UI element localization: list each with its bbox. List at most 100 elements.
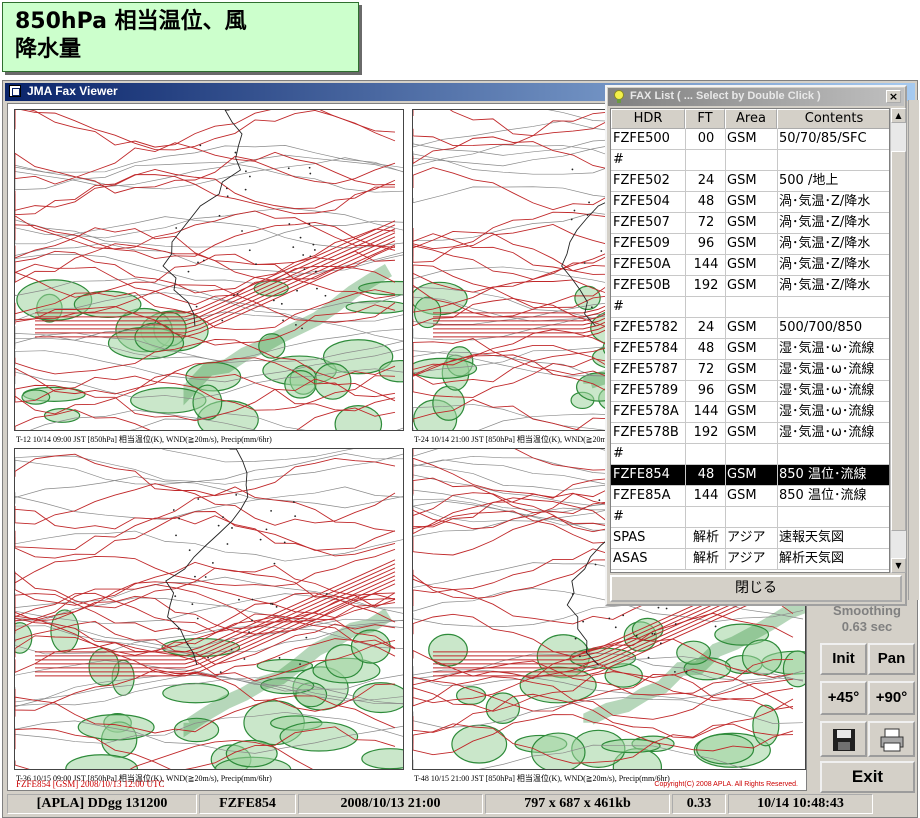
- cell-contents: 解析天気図: [779, 551, 845, 566]
- cell-ft: 144: [693, 404, 719, 419]
- column-divider: [685, 234, 686, 254]
- fax-list-row[interactable]: FZFE502 24 GSM 500 /地上: [611, 171, 889, 192]
- dialog-close-x-button[interactable]: ×: [886, 90, 901, 103]
- fax-list-row[interactable]: FZFE5787 72 GSM 湿･気温･ω･流線: [611, 360, 889, 381]
- cell-contents: 850 温位･流線: [779, 488, 867, 503]
- fax-list-row[interactable]: #: [611, 507, 889, 528]
- column-divider: [685, 465, 686, 485]
- cell-ft: 解析: [692, 530, 719, 545]
- scroll-thumb[interactable]: [891, 151, 906, 531]
- status-clock: 10/14 10:48:43: [728, 794, 873, 814]
- cell-hdr: #: [613, 446, 624, 461]
- column-divider: [725, 465, 726, 485]
- fax-list-row[interactable]: FZFE509 96 GSM 渦･気温･Z/降水: [611, 234, 889, 255]
- print-button[interactable]: [868, 721, 915, 757]
- cell-hdr: #: [613, 299, 624, 314]
- fax-list-row[interactable]: FZFE5789 96 GSM 湿･気温･ω･流線: [611, 381, 889, 402]
- fax-list-row[interactable]: FZFE500 00 GSM 50/70/85/SFC: [611, 129, 889, 150]
- cell-contents: 500 /地上: [779, 173, 839, 188]
- fax-list-row[interactable]: FZFE50B 192 GSM 渦･気温･Z/降水: [611, 276, 889, 297]
- background-window-edge: [908, 100, 919, 600]
- fax-list-row[interactable]: #: [611, 297, 889, 318]
- column-header-area[interactable]: Area: [725, 109, 777, 129]
- column-divider: [725, 255, 726, 275]
- fax-list-row[interactable]: SPAS 解析 アジア 速報天気図: [611, 528, 889, 549]
- fax-list-table[interactable]: HDR FT Area Contents FZFE500 00 GSM 50/70/8…: [610, 108, 890, 573]
- cell-hdr: FZFE504: [613, 194, 670, 209]
- cell-area: GSM: [727, 131, 757, 146]
- fax-list-row[interactable]: FZFE578B 192 GSM 湿･気温･ω･流線: [611, 423, 889, 444]
- column-divider: [777, 129, 778, 149]
- column-divider: [725, 234, 726, 254]
- fax-list-row[interactable]: FZFE5782 24 GSM 500/700/850: [611, 318, 889, 339]
- column-divider: [777, 360, 778, 380]
- column-divider: [725, 192, 726, 212]
- exit-button[interactable]: Exit: [820, 761, 915, 793]
- fax-list-row[interactable]: #: [611, 444, 889, 465]
- cell-contents: 850 温位･流線: [779, 467, 867, 482]
- column-divider: [777, 423, 778, 443]
- fax-list-row[interactable]: FZFE578A 144 GSM 湿･気温･ω･流線: [611, 402, 889, 423]
- panel-label-t48: T-48 10/15 21:00 JST [850hPa] 相当温位(K), W…: [414, 774, 670, 783]
- cell-contents: 50/70/85/SFC: [779, 131, 867, 146]
- caption-line-1: 850hPa 相当温位、風: [15, 9, 247, 34]
- column-divider: [777, 402, 778, 422]
- cell-contents: 渦･気温･Z/降水: [779, 194, 871, 209]
- column-header-ft[interactable]: FT: [685, 109, 725, 129]
- column-divider: [777, 213, 778, 233]
- scroll-down-arrow-icon[interactable]: ▼: [891, 558, 906, 573]
- cell-area: [727, 297, 777, 317]
- column-divider: [725, 423, 726, 443]
- column-divider: [725, 486, 726, 506]
- column-divider: [777, 444, 778, 464]
- cell-hdr: FZFE578A: [613, 404, 679, 419]
- cell-ft: 144: [693, 488, 719, 503]
- column-divider: [777, 465, 778, 485]
- cell-ft: [687, 444, 725, 464]
- column-divider: [725, 318, 726, 338]
- fax-list-row[interactable]: FZFE5784 48 GSM 湿･気温･ω･流線: [611, 339, 889, 360]
- window-title: JMA Fax Viewer: [27, 84, 118, 98]
- cell-ft: 96: [697, 383, 715, 398]
- rotate-plus45-button[interactable]: +45°: [820, 681, 867, 715]
- cell-area: アジア: [727, 551, 766, 566]
- fax-list-row[interactable]: FZFE504 48 GSM 渦･気温･Z/降水: [611, 192, 889, 213]
- cell-ft: 48: [697, 467, 715, 482]
- map-panel-t36: [14, 448, 404, 770]
- column-header-contents[interactable]: Contents: [777, 109, 889, 129]
- fax-list-row[interactable]: FZFE50A 144 GSM 渦･気温･Z/降水: [611, 255, 889, 276]
- init-button[interactable]: Init: [820, 643, 867, 675]
- cell-hdr: FZFE509: [613, 236, 670, 251]
- cell-hdr: FZFE502: [613, 173, 670, 188]
- scroll-up-arrow-icon[interactable]: ▲: [891, 108, 906, 123]
- column-divider: [685, 276, 686, 296]
- column-divider: [685, 549, 686, 569]
- slide-caption: 850hPa 相当温位、風 降水量: [2, 2, 359, 72]
- column-header-hdr[interactable]: HDR: [611, 109, 685, 129]
- column-divider: [777, 171, 778, 191]
- cell-ft: 72: [697, 215, 715, 230]
- column-divider: [725, 213, 726, 233]
- save-button[interactable]: [820, 721, 867, 757]
- weather-map-t36: [15, 449, 403, 769]
- dialog-titlebar[interactable]: FAX List ( ... Select by Double Click ) …: [608, 88, 904, 106]
- column-divider: [725, 150, 726, 170]
- cell-hdr: FZFE50A: [613, 257, 671, 272]
- weather-map-t12: [15, 110, 403, 430]
- close-dialog-button[interactable]: 閉じる: [610, 575, 902, 602]
- fax-list-row[interactable]: ASAS 解析 アジア 解析天気図: [611, 549, 889, 570]
- cell-contents: [779, 507, 889, 527]
- cell-area: GSM: [727, 215, 757, 230]
- column-divider: [685, 129, 686, 149]
- cell-hdr: FZFE50B: [613, 278, 671, 293]
- column-divider: [777, 276, 778, 296]
- fax-list-row[interactable]: FZFE507 72 GSM 渦･気温･Z/降水: [611, 213, 889, 234]
- fax-list-row[interactable]: FZFE854 48 GSM 850 温位･流線: [611, 465, 889, 486]
- fax-list-row[interactable]: #: [611, 150, 889, 171]
- column-divider: [725, 360, 726, 380]
- fax-list-row[interactable]: FZFE85A 144 GSM 850 温位･流線: [611, 486, 889, 507]
- fax-list-scrollbar[interactable]: ▲ ▼: [890, 108, 906, 573]
- pan-button[interactable]: Pan: [868, 643, 915, 675]
- cell-contents: [779, 297, 889, 317]
- rotate-plus90-button[interactable]: +90°: [868, 681, 915, 715]
